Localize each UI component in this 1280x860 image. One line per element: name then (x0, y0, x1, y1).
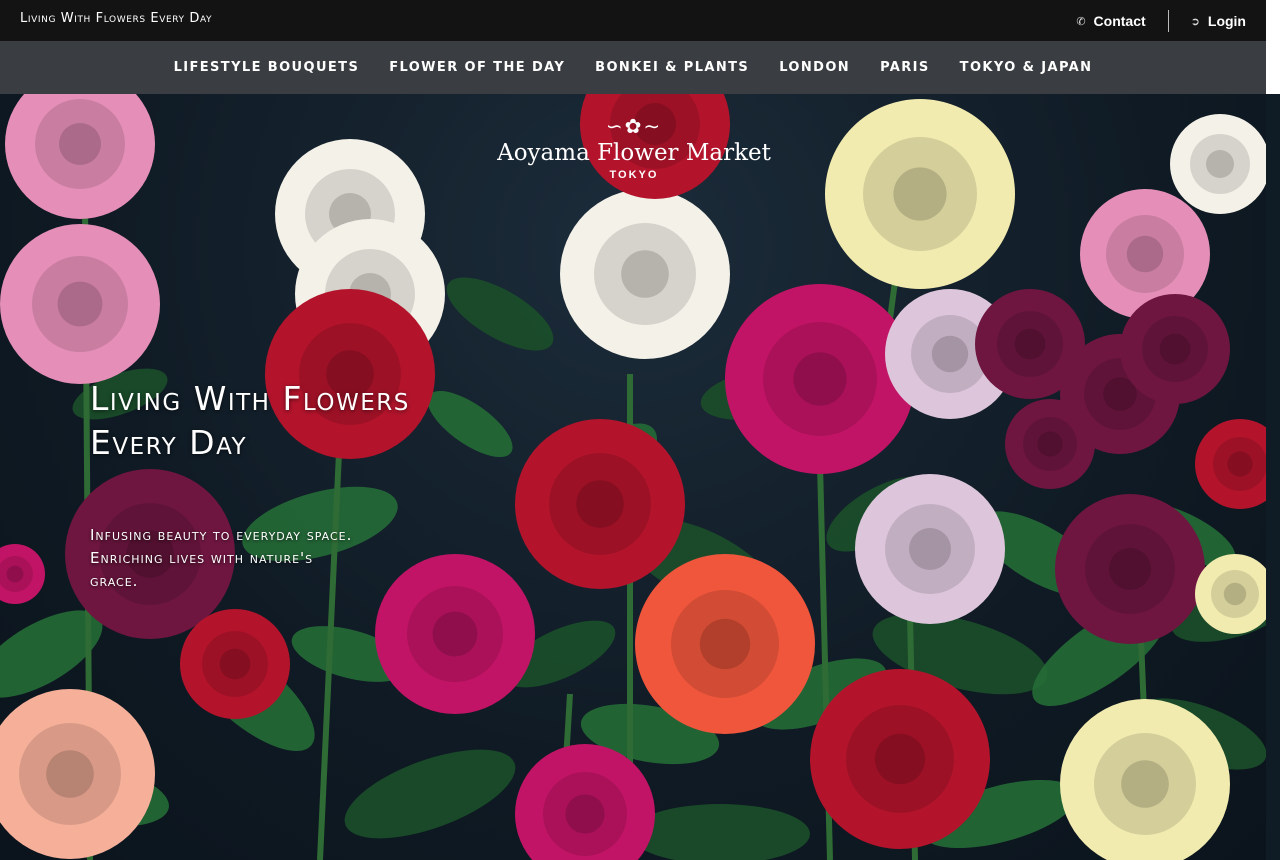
rose-center-shade (1206, 150, 1234, 178)
rose-center-shade (1109, 548, 1151, 590)
nav-item-lifestyle-bouquets[interactable]: LIFESTYLE BOUQUETS (174, 60, 360, 75)
nav-item-london[interactable]: LONDON (779, 60, 850, 75)
tagline-line-1: Infusing beauty to everyday space. (90, 526, 353, 544)
flower-background-image (0, 94, 1266, 860)
rose-center-shade (59, 123, 101, 165)
login-link[interactable]: ➲ Login (1191, 13, 1246, 29)
floral-ornament-icon: ∽✿∼ (605, 116, 663, 138)
brand-tagline: Living With Flowers Every Day (20, 11, 213, 26)
hero-tagline: Infusing beauty to everyday space. Enric… (90, 524, 490, 593)
rose-center-shade (46, 750, 94, 798)
tagline-line-3: grace. (90, 572, 139, 590)
rose-center-shade (793, 352, 847, 406)
hero-banner: ∽✿∼ Aoyama Flower Market TOKYO Living Wi… (0, 94, 1266, 860)
rose-center-shade (1121, 760, 1169, 808)
rose-center-shade (909, 528, 951, 570)
nav-item-bonkei-plants[interactable]: BONKEI & PLANTS (595, 60, 749, 75)
nav-item-paris[interactable]: PARIS (880, 60, 930, 75)
rose-center-shade (699, 618, 751, 670)
contact-link[interactable]: ✆ Contact (1076, 13, 1145, 29)
rose-center-shade (565, 794, 605, 834)
rose-center-shade (931, 335, 969, 373)
top-links-divider (1167, 10, 1169, 32)
rose-center-shade (893, 167, 947, 221)
rose-center-shade (1223, 582, 1247, 606)
leaf-shape (446, 277, 554, 351)
nav-item-tokyo-japan[interactable]: TOKYO & JAPAN (960, 60, 1093, 75)
leaf-shape (344, 749, 516, 839)
rose-center-shade (1227, 451, 1253, 477)
rose-center-shade (874, 733, 926, 785)
logo-city: TOKYO (609, 169, 659, 181)
scrollbar-gap (1266, 0, 1280, 94)
rose-center-shade (57, 281, 103, 327)
logo-name: Aoyama Flower Market (497, 140, 771, 166)
main-nav: LIFESTYLE BOUQUETS FLOWER OF THE DAY BON… (0, 41, 1266, 94)
contact-label: Contact (1093, 13, 1146, 29)
hero-headline: Living With Flowers Every Day (90, 379, 410, 462)
rose-center-shade (1037, 431, 1063, 457)
nav-item-flower-of-the-day[interactable]: FLOWER OF THE DAY (389, 60, 565, 75)
login-label: Login (1207, 13, 1246, 29)
login-arrow-icon: ➲ (1190, 15, 1200, 28)
phone-icon: ✆ (1076, 15, 1086, 28)
rose-center-shade (576, 480, 624, 528)
rose-center-shade (432, 611, 478, 657)
leaf-shape (630, 804, 810, 860)
rose-center-shade (1159, 333, 1191, 365)
site-logo[interactable]: ∽✿∼ Aoyama Flower Market TOKYO (494, 116, 774, 181)
rose-center-shade (1126, 235, 1164, 273)
rose-center-shade (219, 648, 251, 680)
top-links: ✆ Contact ➲ Login (1076, 10, 1246, 32)
rose-center-shade (6, 565, 24, 583)
top-bar: Living With Flowers Every Day ✆ Contact … (0, 0, 1266, 41)
rose-center-shade (1014, 328, 1046, 360)
tagline-line-2: Enriching lives with nature's (90, 549, 314, 567)
rose-center-shade (621, 250, 669, 298)
